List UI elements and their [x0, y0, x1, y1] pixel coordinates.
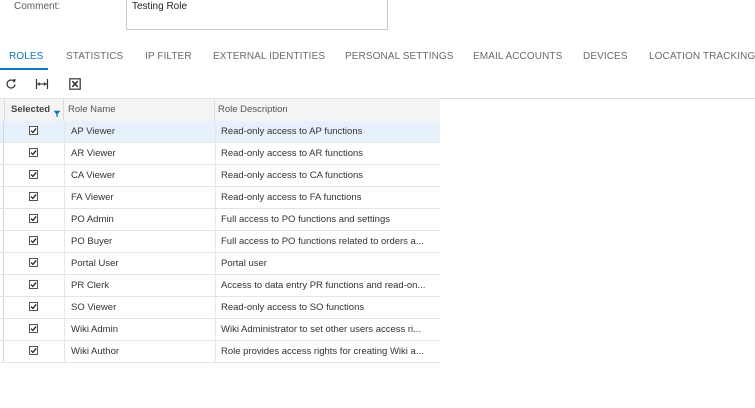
- table-row[interactable]: FA Viewer Read-only access to FA function…: [0, 187, 440, 209]
- table-row[interactable]: AR Viewer Read-only access to AR function…: [0, 143, 440, 165]
- column-divider: [64, 187, 65, 208]
- column-divider: [215, 297, 216, 318]
- tab-ip-filter[interactable]: IP FILTER: [145, 51, 192, 62]
- table-row[interactable]: AP Viewer Read-only access to AP function…: [0, 121, 440, 143]
- selected-checkbox[interactable]: [29, 258, 38, 267]
- role-name-cell[interactable]: Wiki Author: [71, 341, 211, 362]
- tab-bar: ROLES STATISTICS IP FILTER EXTERNAL IDEN…: [0, 44, 755, 71]
- column-divider: [215, 253, 216, 274]
- export-excel-icon[interactable]: [67, 76, 83, 92]
- selected-checkbox[interactable]: [29, 302, 38, 311]
- role-name-cell[interactable]: PR Clerk: [71, 275, 211, 296]
- column-divider: [215, 209, 216, 230]
- selected-checkbox[interactable]: [29, 214, 38, 223]
- role-description-cell[interactable]: Full access to PO functions related to o…: [221, 231, 436, 252]
- column-divider: [64, 253, 65, 274]
- row-selector[interactable]: [0, 143, 4, 164]
- role-description-cell[interactable]: Portal user: [221, 253, 436, 274]
- tab-email-accounts[interactable]: EMAIL ACCOUNTS: [473, 51, 562, 62]
- column-header-selected-label: Selected: [11, 104, 51, 115]
- role-name-cell[interactable]: PO Buyer: [71, 231, 211, 252]
- selected-checkbox[interactable]: [29, 324, 38, 333]
- fit-columns-icon[interactable]: [34, 76, 50, 92]
- tab-location-tracking[interactable]: LOCATION TRACKING: [649, 51, 755, 62]
- column-header-role-name[interactable]: Role Name: [64, 99, 215, 121]
- column-divider: [215, 165, 216, 186]
- column-divider: [64, 297, 65, 318]
- table-row[interactable]: CA Viewer Read-only access to CA function…: [0, 165, 440, 187]
- column-divider: [64, 341, 65, 362]
- role-description-cell[interactable]: Access to data entry PR functions and re…: [221, 275, 436, 296]
- grid-toolbar: [0, 70, 755, 99]
- column-header-selected[interactable]: Selected: [5, 99, 64, 121]
- role-description-cell[interactable]: Full access to PO functions and settings: [221, 209, 436, 230]
- role-description-cell[interactable]: Read-only access to CA functions: [221, 165, 436, 186]
- row-selector[interactable]: [0, 319, 4, 340]
- table-row[interactable]: Wiki Author Role provides access rights f…: [0, 341, 440, 363]
- selected-checkbox[interactable]: [29, 126, 38, 135]
- role-description-cell[interactable]: Wiki Administrator to set other users ac…: [221, 319, 436, 340]
- role-description-cell[interactable]: Read-only access to AP functions: [221, 121, 436, 142]
- table-row[interactable]: PO Buyer Full access to PO functions rela…: [0, 231, 440, 253]
- selected-checkbox[interactable]: [29, 148, 38, 157]
- row-selector[interactable]: [0, 187, 4, 208]
- refresh-icon[interactable]: [3, 76, 19, 92]
- table-row[interactable]: Portal User Portal user: [0, 253, 440, 275]
- column-divider: [64, 165, 65, 186]
- row-selector[interactable]: [0, 231, 4, 252]
- table-row[interactable]: Wiki Admin Wiki Administrator to set othe…: [0, 319, 440, 341]
- column-divider: [215, 231, 216, 252]
- selected-checkbox[interactable]: [29, 280, 38, 289]
- role-description-cell[interactable]: Role provides access rights for creating…: [221, 341, 436, 362]
- role-name-cell[interactable]: PO Admin: [71, 209, 211, 230]
- column-header-role-description[interactable]: Role Description: [215, 99, 440, 121]
- tab-roles[interactable]: ROLES: [9, 51, 43, 62]
- column-divider: [64, 143, 65, 164]
- table-row[interactable]: PR Clerk Access to data entry PR function…: [0, 275, 440, 297]
- tab-devices[interactable]: DEVICES: [583, 51, 628, 62]
- column-divider: [215, 341, 216, 362]
- column-divider: [215, 319, 216, 340]
- row-selector[interactable]: [0, 121, 4, 142]
- column-divider: [215, 121, 216, 142]
- role-name-cell[interactable]: Portal User: [71, 253, 211, 274]
- column-divider: [64, 231, 65, 252]
- row-selector[interactable]: [0, 165, 4, 186]
- role-name-cell[interactable]: AR Viewer: [71, 143, 211, 164]
- role-name-cell[interactable]: AP Viewer: [71, 121, 211, 142]
- row-selector[interactable]: [0, 253, 4, 274]
- column-divider: [215, 143, 216, 164]
- column-divider: [215, 275, 216, 296]
- selected-checkbox[interactable]: [29, 346, 38, 355]
- row-selector[interactable]: [0, 297, 4, 318]
- role-name-cell[interactable]: FA Viewer: [71, 187, 211, 208]
- role-description-cell[interactable]: Read-only access to SO functions: [221, 297, 436, 318]
- column-divider: [64, 209, 65, 230]
- grid-header: Selected Role Name Role Description: [0, 98, 440, 122]
- row-selector[interactable]: [0, 275, 4, 296]
- role-name-cell[interactable]: SO Viewer: [71, 297, 211, 318]
- tab-statistics[interactable]: STATISTICS: [66, 51, 123, 62]
- role-name-cell[interactable]: Wiki Admin: [71, 319, 211, 340]
- table-row[interactable]: PO Admin Full access to PO functions and …: [0, 209, 440, 231]
- table-row[interactable]: SO Viewer Read-only access to SO function…: [0, 297, 440, 319]
- selected-checkbox[interactable]: [29, 192, 38, 201]
- column-divider: [215, 187, 216, 208]
- selected-checkbox[interactable]: [29, 170, 38, 179]
- role-description-cell[interactable]: Read-only access to AR functions: [221, 143, 436, 164]
- tab-personal-settings[interactable]: PERSONAL SETTINGS: [345, 51, 454, 62]
- selected-checkbox[interactable]: [29, 236, 38, 245]
- role-description-cell[interactable]: Read-only access to FA functions: [221, 187, 436, 208]
- comment-label: Comment:: [14, 1, 61, 12]
- column-divider: [64, 319, 65, 340]
- comment-field[interactable]: Testing Role: [126, 0, 388, 30]
- row-selector[interactable]: [0, 209, 4, 230]
- role-name-cell[interactable]: CA Viewer: [71, 165, 211, 186]
- column-divider: [64, 121, 65, 142]
- column-divider: [64, 275, 65, 296]
- row-selector[interactable]: [0, 341, 4, 362]
- tab-external-identities[interactable]: EXTERNAL IDENTITIES: [213, 51, 325, 62]
